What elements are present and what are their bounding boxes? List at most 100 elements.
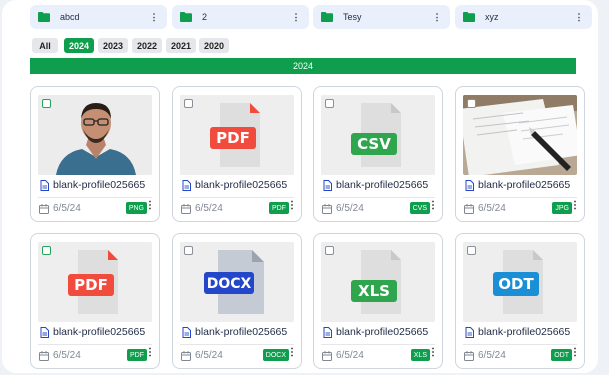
divider (38, 197, 152, 198)
card-menu-button[interactable]: ⋮ (287, 348, 297, 358)
calendar-icon (181, 351, 191, 361)
card-menu-button[interactable]: ⋮ (145, 201, 155, 211)
document-icon (40, 327, 49, 338)
document-icon (182, 180, 191, 191)
calendar-icon (322, 351, 332, 361)
folder-menu-button[interactable]: ⋮ (574, 10, 584, 24)
calendar-icon (464, 351, 474, 361)
select-checkbox[interactable] (325, 99, 334, 108)
document-icon (465, 327, 474, 338)
tab-all[interactable]: All (32, 38, 58, 53)
select-checkbox[interactable] (325, 246, 334, 255)
tab-2023[interactable]: 2023 (98, 38, 128, 53)
divider (463, 197, 577, 198)
folder-name: xyz (485, 12, 499, 22)
select-checkbox[interactable] (467, 99, 476, 108)
document-icon (465, 180, 474, 191)
card-menu-button[interactable]: ⋮ (287, 201, 297, 211)
file-name: blank-profile025665 (336, 326, 429, 338)
divider (180, 197, 294, 198)
xls-file-icon: XLS (321, 242, 435, 322)
select-checkbox[interactable] (184, 99, 193, 108)
folder-tesy[interactable]: Tesy ⋮ (313, 5, 450, 29)
folder-name: Tesy (343, 12, 362, 22)
file-name: blank-profile025665 (195, 179, 288, 191)
file-type-label: ODT (498, 275, 534, 293)
folder-name: 2 (202, 12, 208, 22)
folder-name: abcd (60, 12, 80, 22)
docx-file-icon: DOCX (180, 242, 294, 322)
folder-icon (321, 12, 333, 22)
divider (321, 344, 435, 345)
select-checkbox[interactable] (467, 246, 476, 255)
csv-file-icon: CSV (321, 95, 435, 175)
file-date: 6/5/24 (195, 203, 223, 214)
document-icon (182, 327, 191, 338)
file-type-label: CSV (357, 135, 391, 153)
file-card[interactable]: blank-profile025665 6/5/24 PNG ⋮ (30, 86, 160, 222)
card-menu-button[interactable]: ⋮ (570, 201, 580, 211)
file-card[interactable]: PDF blank-profile025665 6/5/24 PDF ⋮ (30, 233, 160, 369)
document-icon (40, 180, 49, 191)
folder-2[interactable]: 2 ⋮ (172, 5, 309, 29)
select-checkbox[interactable] (184, 246, 193, 255)
card-menu-button[interactable]: ⋮ (570, 348, 580, 358)
document-icon (323, 180, 332, 191)
folder-xyz[interactable]: xyz ⋮ (455, 5, 592, 29)
file-type-label: XLS (358, 282, 390, 300)
file-type-label: PDF (216, 129, 250, 147)
calendar-icon (322, 204, 332, 214)
photo-documents (463, 95, 577, 175)
calendar-icon (39, 204, 49, 214)
file-card[interactable]: DOCX blank-profile025665 6/5/24 DOCX ⋮ (172, 233, 302, 369)
folder-menu-button[interactable]: ⋮ (432, 10, 442, 24)
file-date: 6/5/24 (195, 350, 223, 361)
file-type-badge: PDF (269, 202, 289, 214)
tab-2022[interactable]: 2022 (132, 38, 162, 53)
folder-abcd[interactable]: abcd ⋮ (30, 5, 167, 29)
file-type-label: DOCX (207, 276, 252, 292)
tab-2024[interactable]: 2024 (64, 38, 94, 53)
folder-icon (180, 12, 192, 22)
divider (463, 344, 577, 345)
file-card[interactable]: ODT blank-profile025665 6/5/24 ODT ⋮ (455, 233, 585, 369)
file-name: blank-profile025665 (53, 179, 146, 191)
tab-2021[interactable]: 2021 (166, 38, 196, 53)
file-date: 6/5/24 (336, 350, 364, 361)
file-date: 6/5/24 (53, 203, 81, 214)
card-menu-button[interactable]: ⋮ (428, 201, 438, 211)
calendar-icon (181, 204, 191, 214)
select-checkbox[interactable] (42, 246, 51, 255)
file-card[interactable]: PDF blank-profile025665 6/5/24 PDF ⋮ (172, 86, 302, 222)
year-banner: 2024 (30, 58, 576, 74)
file-date: 6/5/24 (478, 203, 506, 214)
file-card[interactable]: XLS blank-profile025665 6/5/24 XLS ⋮ (313, 233, 443, 369)
calendar-icon (39, 351, 49, 361)
divider (38, 344, 152, 345)
file-date: 6/5/24 (53, 350, 81, 361)
select-checkbox[interactable] (42, 99, 51, 108)
file-card[interactable]: blank-profile025665 6/5/24 JPG ⋮ (455, 86, 585, 222)
card-menu-button[interactable]: ⋮ (428, 348, 438, 358)
calendar-icon (464, 204, 474, 214)
folder-menu-button[interactable]: ⋮ (291, 10, 301, 24)
file-name: blank-profile025665 (478, 179, 571, 191)
file-name: blank-profile025665 (336, 179, 429, 191)
folder-icon (463, 12, 475, 22)
file-type-badge: PNG (125, 202, 147, 214)
card-menu-button[interactable]: ⋮ (145, 348, 155, 358)
pdf-file-icon: PDF (38, 242, 152, 322)
pdf-file-icon: PDF (180, 95, 294, 175)
divider (321, 197, 435, 198)
file-card[interactable]: CSV blank-profile025665 6/5/24 CVS ⋮ (313, 86, 443, 222)
tab-2020[interactable]: 2020 (199, 38, 229, 53)
app-frame: abcd ⋮ 2 ⋮ Tesy ⋮ xyz ⋮ All 2024 2023 20… (2, 0, 598, 373)
file-type-label: PDF (74, 276, 108, 294)
document-icon (323, 327, 332, 338)
file-date: 6/5/24 (336, 203, 364, 214)
file-date: 6/5/24 (478, 350, 506, 361)
odt-file-icon: ODT (463, 242, 577, 322)
file-type-badge: DOCX (262, 349, 289, 361)
divider (180, 344, 294, 345)
folder-menu-button[interactable]: ⋮ (149, 10, 159, 24)
